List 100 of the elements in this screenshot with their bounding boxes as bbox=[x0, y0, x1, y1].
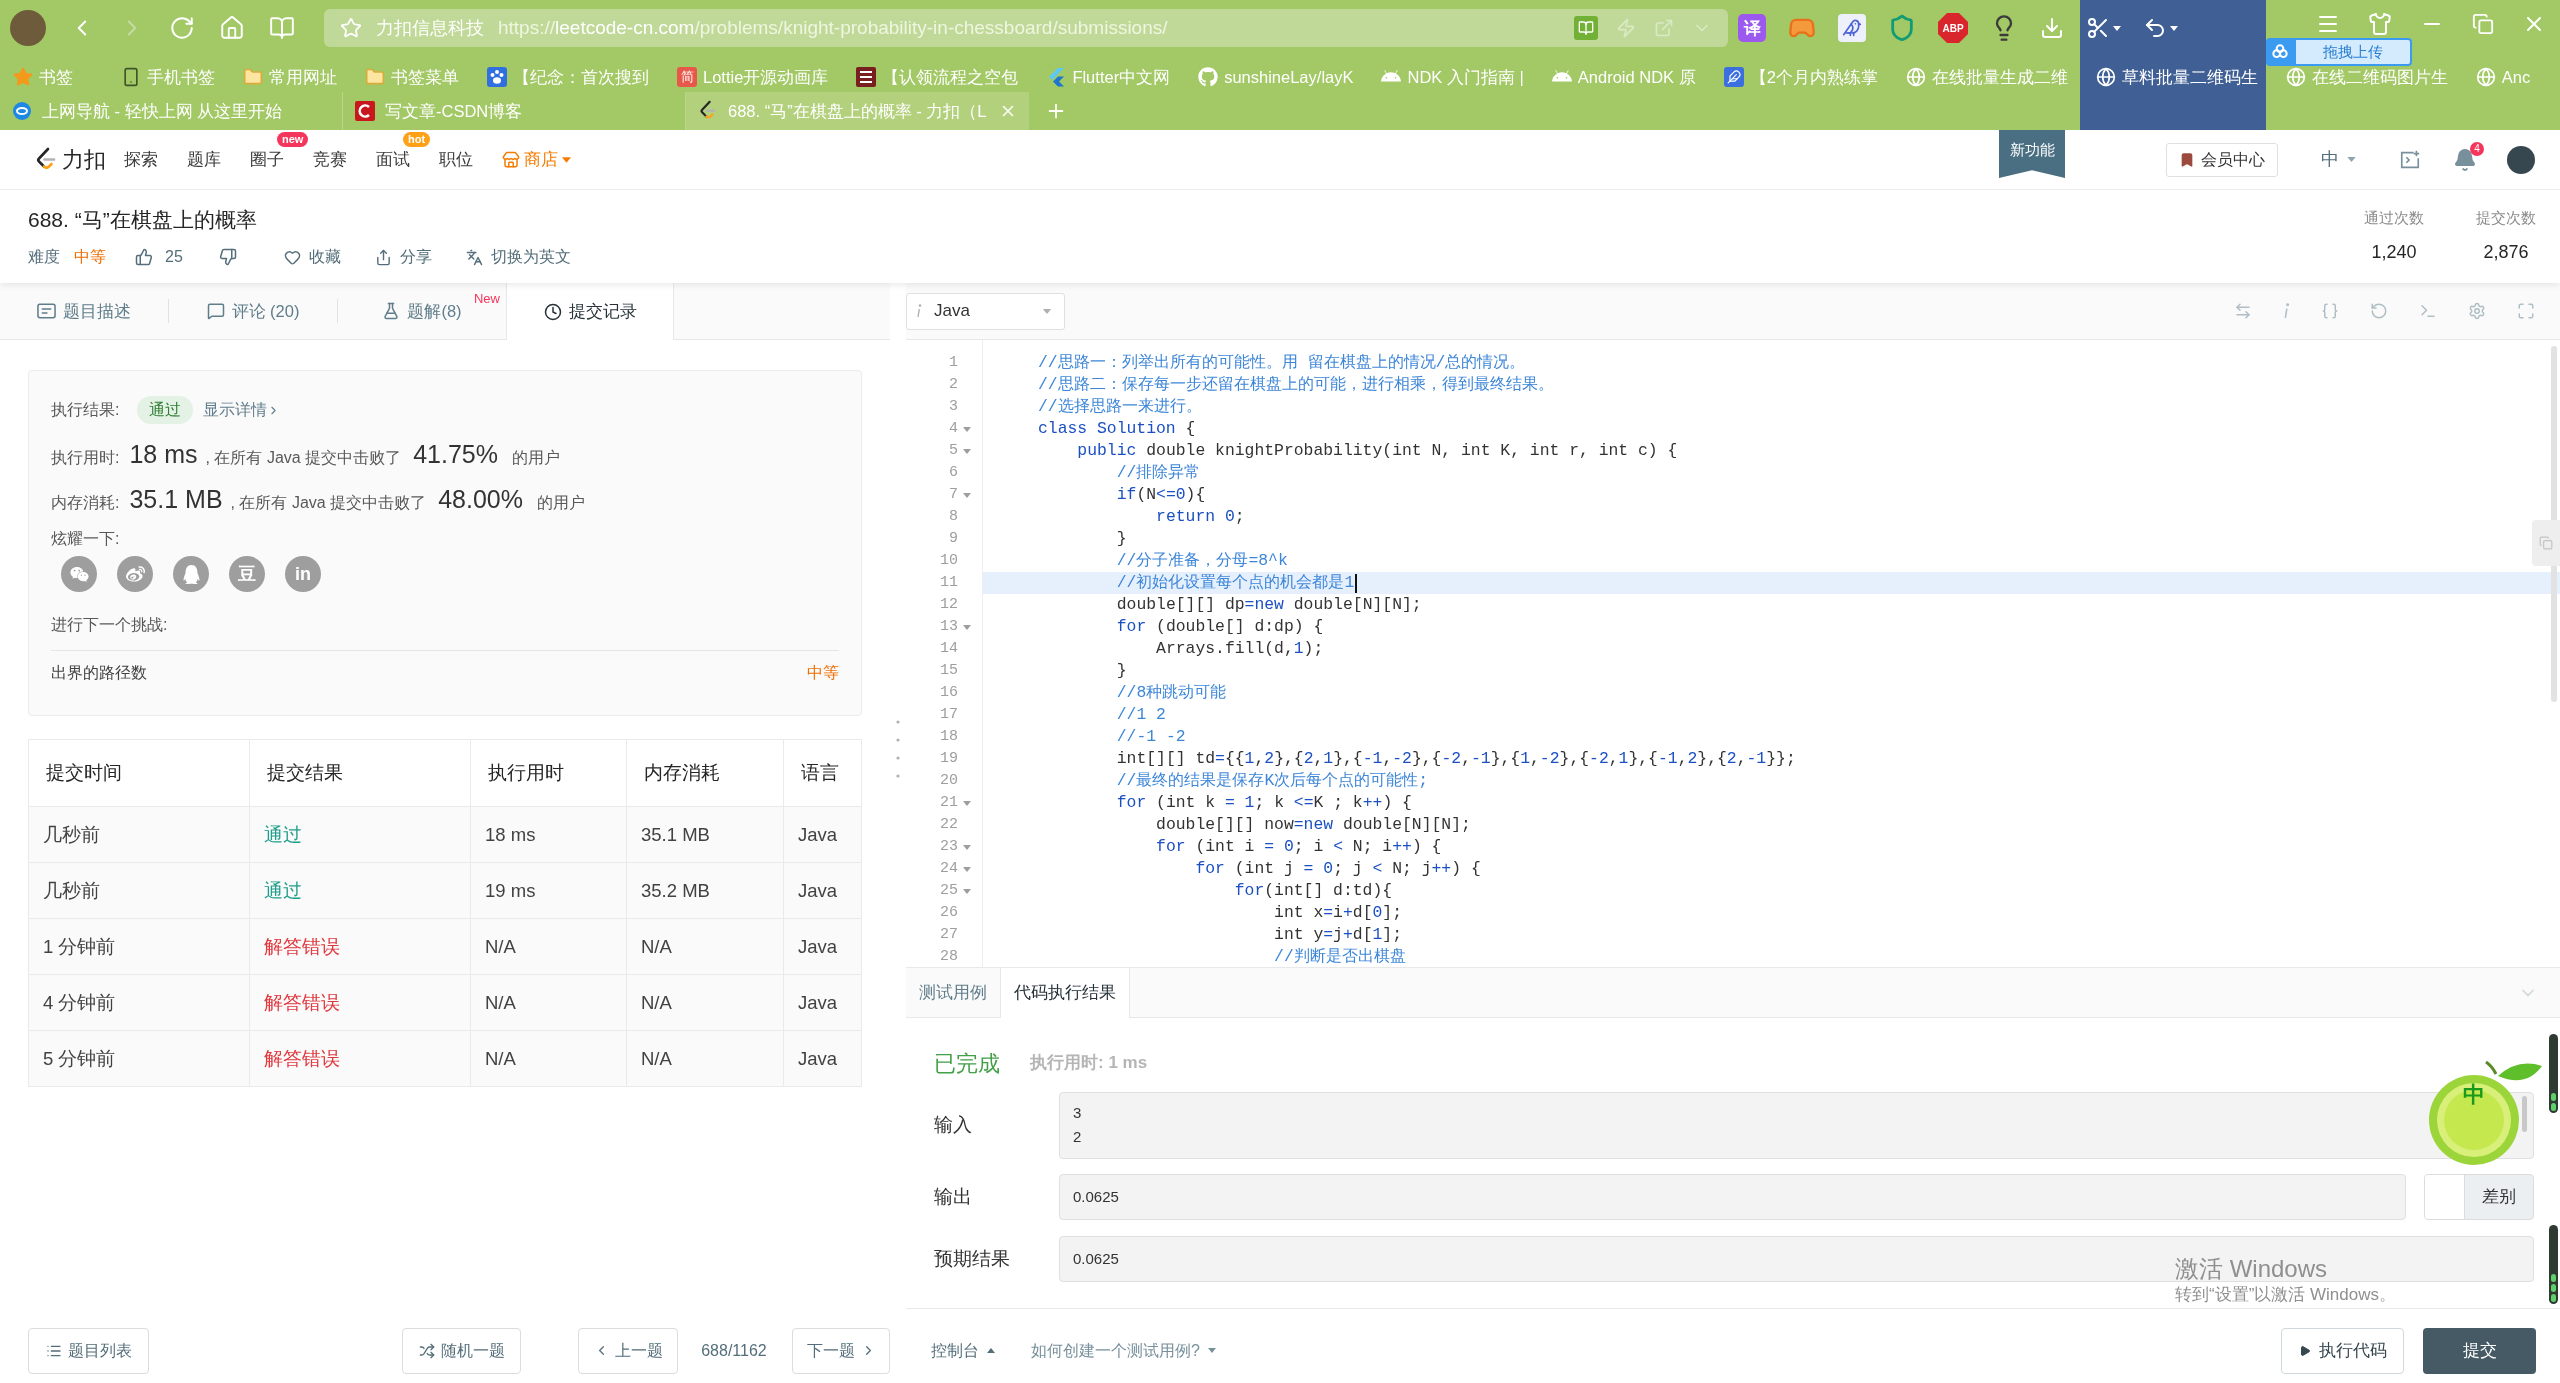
download-icon[interactable] bbox=[2040, 16, 2064, 40]
new-feature-button[interactable]: 新功能 bbox=[1999, 130, 2065, 178]
metric-value: 18 ms bbox=[129, 439, 198, 470]
fold-caret-icon[interactable] bbox=[963, 844, 971, 850]
screen-add-icon[interactable] bbox=[2399, 148, 2421, 171]
panel-tab[interactable]: 题解(8) New bbox=[338, 283, 506, 339]
scissors-icon[interactable] bbox=[2086, 16, 2110, 40]
nav-link[interactable]: 题库 bbox=[187, 149, 221, 169]
console-tab[interactable]: 测试用例 bbox=[906, 968, 1000, 1017]
reset-icon[interactable] bbox=[2370, 302, 2388, 320]
console-tab[interactable]: 代码执行结果 bbox=[1000, 968, 1130, 1018]
code-line: double[][] dp=new double[N][N]; bbox=[1116, 593, 1422, 616]
language-select[interactable]: Java bbox=[906, 292, 1065, 330]
fold-caret-icon[interactable] bbox=[963, 888, 971, 894]
star-icon[interactable] bbox=[340, 17, 362, 39]
result-link[interactable]: 解答错误 bbox=[264, 932, 340, 961]
table-cell-text: 几秒前 bbox=[43, 878, 100, 903]
difficulty-label: 难度 bbox=[28, 247, 60, 268]
store-link[interactable]: 商店 bbox=[502, 146, 571, 173]
bird-icon[interactable] bbox=[1838, 14, 1866, 42]
run-code-button[interactable]: 执行代码 bbox=[2281, 1327, 2404, 1374]
reader-mode-icon[interactable] bbox=[1574, 16, 1598, 40]
undo-icon[interactable] bbox=[2143, 16, 2167, 40]
table-cell-text: N/A bbox=[485, 1046, 516, 1071]
wechat-icon[interactable] bbox=[61, 556, 97, 592]
progress-text: 688/1162 bbox=[700, 1340, 768, 1361]
share-button[interactable]: 豆 bbox=[229, 556, 265, 592]
nav-link[interactable]: 面试 bbox=[376, 149, 410, 169]
phone-icon bbox=[121, 66, 141, 87]
metric-text: , 在所有 Java 提交中击败了 bbox=[230, 493, 427, 513]
swap-icon[interactable] bbox=[2234, 302, 2252, 320]
fold-caret-icon[interactable] bbox=[963, 800, 971, 806]
globe-icon bbox=[2285, 66, 2306, 87]
problem-list-button[interactable]: 题目列表 bbox=[28, 1327, 149, 1374]
braces-icon[interactable] bbox=[2321, 302, 2339, 320]
share-button[interactable]: in bbox=[285, 556, 321, 592]
random-button[interactable]: 随机一题 bbox=[402, 1327, 521, 1374]
bookmark-link[interactable]: 草料批量二维码生 bbox=[2095, 66, 2258, 87]
next-button[interactable]: 下一题 bbox=[792, 1327, 890, 1374]
next-problem-link[interactable]: 出界的路径数 中等 bbox=[51, 662, 839, 684]
fold-caret-icon[interactable] bbox=[963, 866, 971, 872]
submit-button[interactable]: 提交 bbox=[2423, 1327, 2536, 1374]
result-link[interactable]: 解答错误 bbox=[264, 988, 340, 1017]
book-icon[interactable] bbox=[269, 15, 295, 41]
nav-link[interactable]: 探索 bbox=[124, 149, 158, 169]
share-icon[interactable] bbox=[1654, 18, 1674, 38]
help-link[interactable]: 如何创建一个测试用例? bbox=[1031, 1338, 1216, 1363]
action-button[interactable]: 收藏 bbox=[283, 245, 341, 270]
stripes-icon bbox=[856, 66, 877, 87]
fold-caret-icon[interactable] bbox=[963, 624, 971, 630]
action-button[interactable]: 分享 bbox=[374, 245, 432, 270]
flask-icon bbox=[382, 302, 401, 320]
member-button[interactable]: 会员中心 bbox=[2166, 142, 2278, 177]
fold-caret-icon[interactable] bbox=[963, 492, 971, 498]
weibo-icon[interactable] bbox=[117, 556, 153, 592]
caret-down-icon[interactable] bbox=[2170, 25, 2178, 31]
home-icon[interactable] bbox=[219, 15, 245, 41]
restore-icon[interactable] bbox=[2472, 13, 2494, 35]
qq-icon[interactable] bbox=[173, 556, 209, 592]
fullscreen-icon[interactable] bbox=[2517, 302, 2535, 320]
upload-button[interactable]: 拖拽上传 bbox=[2296, 40, 2410, 64]
side-panel-tab[interactable] bbox=[2532, 520, 2560, 566]
logo-text[interactable]: 力扣 bbox=[62, 143, 106, 176]
caret-down-icon[interactable] bbox=[2113, 25, 2121, 31]
settings-icon[interactable] bbox=[2468, 302, 2486, 320]
prev-button[interactable]: 上一题 bbox=[578, 1327, 678, 1374]
run-status: 已完成 bbox=[934, 1049, 1000, 1078]
line-number: 20 bbox=[940, 770, 958, 791]
terminal-icon[interactable] bbox=[2419, 302, 2437, 320]
nav-link[interactable]: 竞赛 bbox=[313, 149, 347, 169]
action-button[interactable]: 切换为英文 bbox=[465, 245, 571, 270]
shirt-icon[interactable] bbox=[2368, 12, 2392, 36]
line-number: 22 bbox=[940, 814, 958, 835]
fold-caret-icon[interactable] bbox=[963, 426, 971, 432]
code-line: //8种跳动可能 bbox=[1116, 681, 1227, 704]
like-button[interactable]: 25 bbox=[135, 245, 183, 270]
result-link[interactable]: 解答错误 bbox=[264, 1044, 340, 1073]
code-line: } bbox=[1116, 659, 1127, 682]
table-cell-text: N/A bbox=[641, 934, 672, 959]
fold-caret-icon[interactable] bbox=[963, 448, 971, 454]
reload-icon[interactable] bbox=[169, 15, 195, 41]
console-toggle[interactable]: 控制台 bbox=[931, 1338, 995, 1363]
result-link[interactable]: 通过 bbox=[264, 876, 302, 905]
bookmark-link[interactable]: 简 Lottie开源动画库 bbox=[677, 66, 829, 87]
panel-tab[interactable]: 评论 (20) bbox=[169, 283, 337, 339]
nav-link[interactable]: 圈子 bbox=[250, 149, 284, 169]
panel-tab[interactable]: 提交记录 bbox=[506, 283, 674, 340]
result-link[interactable]: 通过 bbox=[264, 820, 302, 849]
nav-link[interactable]: 职位 bbox=[439, 149, 473, 169]
panel-tab[interactable]: 题目描述 bbox=[0, 283, 168, 339]
shield-icon[interactable] bbox=[1888, 14, 1916, 42]
adblock-button[interactable]: ABP bbox=[1938, 13, 1968, 43]
user-avatar[interactable] bbox=[2507, 145, 2535, 174]
thumbs-down-icon[interactable] bbox=[218, 248, 237, 267]
translate-button[interactable]: 译 bbox=[1738, 14, 1766, 42]
lightning-icon[interactable] bbox=[1616, 18, 1636, 38]
diff-toggle[interactable]: 差别 bbox=[2424, 1174, 2534, 1220]
info-icon[interactable] bbox=[2283, 303, 2290, 319]
language-menu[interactable]: 中 bbox=[2321, 146, 2361, 173]
details-link[interactable]: 显示详情 bbox=[203, 398, 281, 422]
